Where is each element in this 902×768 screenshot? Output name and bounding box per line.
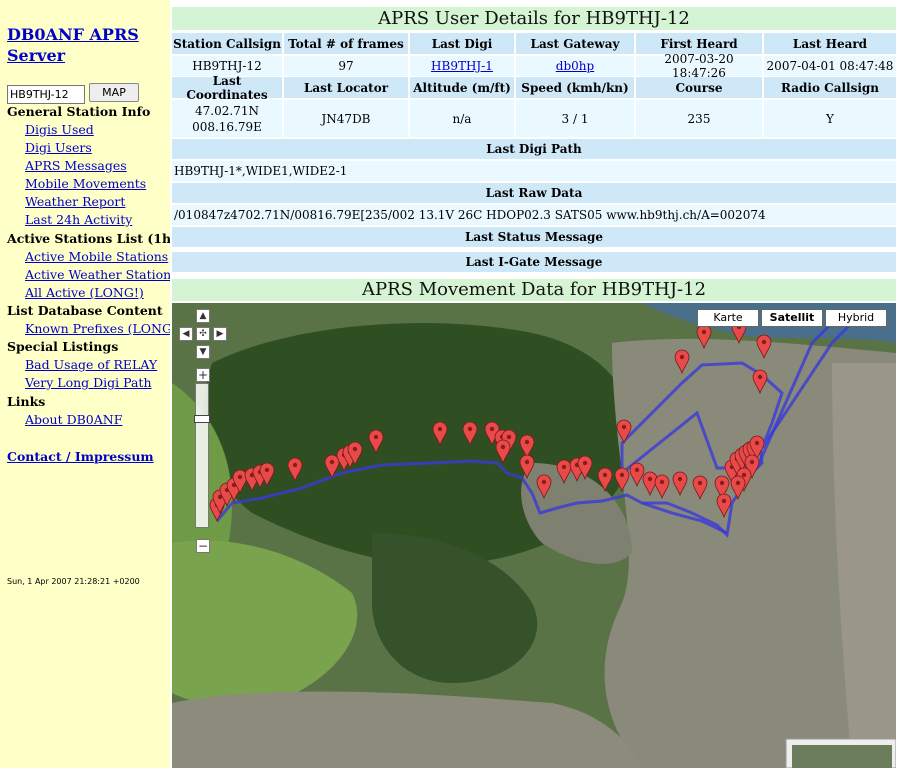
position-marker[interactable]	[519, 434, 535, 460]
header-last-digi-path: Last Digi Path	[172, 139, 896, 159]
callsign-search-input[interactable]	[7, 85, 85, 104]
header-last-digi: Last Digi	[410, 33, 514, 54]
zoom-in-button[interactable]: +	[196, 368, 210, 382]
position-marker[interactable]	[495, 439, 511, 465]
position-marker[interactable]	[752, 369, 768, 395]
search-row: MAP	[7, 83, 139, 104]
position-marker[interactable]	[556, 459, 572, 485]
track-overlay	[209, 311, 873, 539]
link-active-weather-stations[interactable]: Active Weather Stations	[25, 267, 178, 282]
map-button[interactable]: MAP	[89, 83, 139, 102]
value-radio-callsign: Y	[764, 100, 896, 137]
movement-track-line	[215, 311, 873, 539]
position-marker[interactable]	[616, 419, 632, 445]
position-marker[interactable]	[577, 455, 593, 481]
pan-up-icon[interactable]: ▲	[196, 309, 210, 323]
position-marker[interactable]	[368, 429, 384, 455]
satellite-map[interactable]: Karte Satellit Hybrid ▲ ◀ ✣ ▶ ▼ + −	[172, 303, 896, 768]
position-marker[interactable]	[629, 462, 645, 488]
header-total-frames: Total # of frames	[284, 33, 408, 54]
link-last-24h-activity[interactable]: Last 24h Activity	[25, 212, 132, 227]
value-last-coordinates: 47.02.71N 008.16.79E	[172, 100, 282, 137]
link-about-db0anf[interactable]: About DB0ANF	[25, 412, 122, 427]
position-marker[interactable]	[462, 421, 478, 447]
value-last-raw-data: /010847z4702.71N/00816.79E[235/002 13.1V…	[172, 205, 896, 225]
map-type-karte-button[interactable]: Karte	[697, 309, 759, 327]
header-last-status-message: Last Status Message	[172, 227, 896, 247]
value-last-gateway-cell: db0hp	[516, 56, 634, 76]
position-marker[interactable]	[614, 467, 630, 493]
header-station-callsign: Station Callsign	[172, 33, 282, 54]
position-marker[interactable]	[730, 475, 746, 501]
section-special-listings: Special Listings	[7, 339, 119, 354]
zoom-slider-handle[interactable]	[194, 415, 210, 423]
zoom-out-button[interactable]: −	[196, 539, 210, 553]
coordinate-latitude: 47.02.71N	[195, 103, 259, 118]
value-speed: 3 / 1	[516, 100, 634, 137]
sidebar: DB0ANF APRS Server MAP General Station I…	[0, 0, 182, 768]
header-last-locator: Last Locator	[284, 77, 408, 98]
value-altitude: n/a	[410, 100, 514, 137]
link-digis-used[interactable]: Digis Used	[25, 122, 94, 137]
position-marker[interactable]	[696, 324, 712, 350]
header-last-heard: Last Heard	[764, 33, 896, 54]
link-mobile-movements[interactable]: Mobile Movements	[25, 176, 146, 191]
header-last-igate-message: Last I-Gate Message	[172, 252, 896, 272]
main-content: APRS User Details for HB9THJ-12 Station …	[170, 0, 902, 768]
page-title: APRS User Details for HB9THJ-12	[172, 7, 896, 30]
header-last-raw-data: Last Raw Data	[172, 183, 896, 203]
site-title-link[interactable]: DB0ANF APRS Server	[7, 24, 167, 66]
pan-center-icon[interactable]: ✣	[196, 327, 210, 341]
value-last-heard: 2007-04-01 08:47:48	[764, 56, 896, 76]
position-marker[interactable]	[432, 421, 448, 447]
map-type-hybrid-button[interactable]: Hybrid	[825, 309, 887, 327]
value-last-locator: JN47DB	[284, 100, 408, 137]
header-speed: Speed (kmh/kn)	[516, 77, 634, 98]
link-very-long-digi-path[interactable]: Very Long Digi Path	[25, 375, 152, 390]
header-last-coordinates: Last Coordinates	[172, 74, 282, 102]
link-aprs-messages[interactable]: APRS Messages	[25, 158, 127, 173]
coordinate-longitude: 008.16.79E	[192, 119, 262, 134]
server-timestamp: Sun, 1 Apr 2007 21:28:21 +0200	[7, 577, 140, 586]
movement-data-title: APRS Movement Data for HB9THJ-12	[172, 279, 896, 301]
position-marker[interactable]	[597, 467, 613, 493]
header-course: Course	[636, 77, 762, 98]
pan-down-icon[interactable]: ▼	[196, 345, 210, 359]
link-all-active[interactable]: All Active (LONG!)	[25, 285, 144, 300]
movement-track-branch	[641, 321, 834, 535]
section-links: Links	[7, 394, 46, 409]
header-first-heard: First Heard	[636, 33, 762, 54]
value-total-frames: 97	[284, 56, 408, 76]
position-marker[interactable]	[519, 454, 535, 480]
position-marker[interactable]	[674, 349, 690, 375]
position-marker[interactable]	[536, 474, 552, 500]
value-first-heard: 2007-03-20 18:47:26	[636, 52, 762, 80]
position-marker[interactable]	[756, 334, 772, 360]
zoom-slider-track[interactable]	[195, 383, 209, 528]
link-known-prefixes[interactable]: Known Prefixes (LONG!)	[25, 321, 182, 336]
value-course: 235	[636, 100, 762, 137]
header-last-gateway: Last Gateway	[516, 33, 634, 54]
link-bad-usage-relay[interactable]: Bad Usage of RELAY	[25, 357, 157, 372]
pan-right-icon[interactable]: ▶	[213, 327, 227, 341]
position-marker[interactable]	[654, 474, 670, 500]
last-gateway-link[interactable]: db0hp	[556, 59, 594, 73]
position-marker[interactable]	[672, 471, 688, 497]
link-weather-report[interactable]: Weather Report	[25, 194, 125, 209]
position-marker[interactable]	[287, 457, 303, 483]
pan-left-icon[interactable]: ◀	[179, 327, 193, 341]
header-radio-callsign: Radio Callsign	[764, 77, 896, 98]
value-last-digi-cell: HB9THJ-1	[410, 56, 514, 76]
header-altitude: Altitude (m/ft)	[410, 77, 514, 98]
section-list-database: List Database Content	[7, 303, 163, 318]
last-digi-link[interactable]: HB9THJ-1	[431, 59, 493, 73]
map-type-satellit-button[interactable]: Satellit	[761, 309, 823, 327]
section-general-station-info: General Station Info	[7, 104, 151, 119]
link-digi-users[interactable]: Digi Users	[25, 140, 92, 155]
section-active-stations: Active Stations List (1h)	[7, 231, 177, 246]
link-active-mobile-stations[interactable]: Active Mobile Stations	[25, 249, 168, 264]
contact-impressum-link[interactable]: Contact / Impressum	[7, 449, 154, 464]
position-marker[interactable]	[692, 475, 708, 501]
value-last-digi-path: HB9THJ-1*,WIDE1,WIDE2-1	[172, 161, 896, 181]
